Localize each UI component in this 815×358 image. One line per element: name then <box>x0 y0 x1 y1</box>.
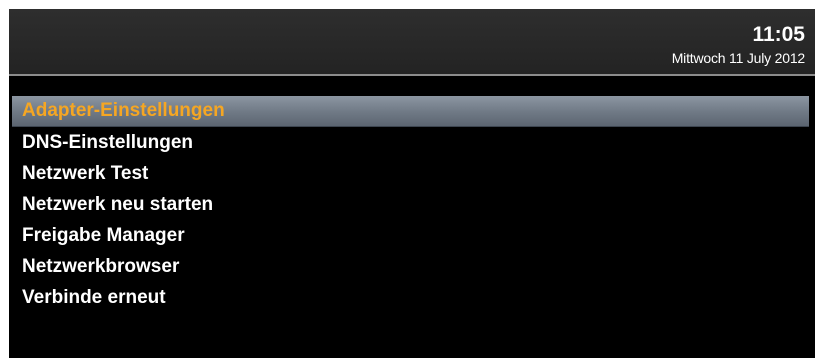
menu-item-dns-settings[interactable]: DNS-Einstellungen <box>12 127 809 158</box>
clock-date: Mittwoch 11 July 2012 <box>671 50 805 66</box>
header-bar: 11:05 Mittwoch 11 July 2012 <box>9 9 815 76</box>
menu-item-reconnect[interactable]: Verbinde erneut <box>12 282 809 313</box>
menu-item-network-browser[interactable]: Netzwerkbrowser <box>12 251 809 282</box>
network-settings-menu: Adapter-Einstellungen DNS-Einstellungen … <box>12 96 809 313</box>
network-menu-screen: 11:05 Mittwoch 11 July 2012 Adapter-Eins… <box>9 9 815 358</box>
clock-time: 11:05 <box>752 23 805 46</box>
menu-item-network-test[interactable]: Netzwerk Test <box>12 158 809 189</box>
menu-item-adapter-settings[interactable]: Adapter-Einstellungen <box>12 96 809 127</box>
menu-item-share-manager[interactable]: Freigabe Manager <box>12 220 809 251</box>
menu-item-network-restart[interactable]: Netzwerk neu starten <box>12 189 809 220</box>
